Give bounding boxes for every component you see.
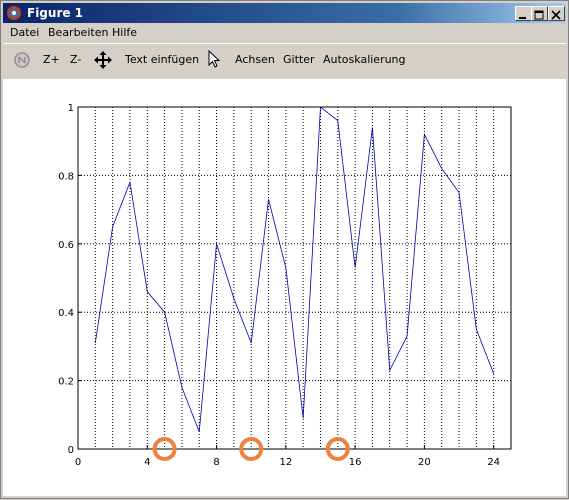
y-tick-label: 0.4 (58, 308, 74, 319)
minimize-button[interactable] (515, 6, 532, 21)
pan-move-icon[interactable] (94, 51, 112, 69)
x-tick-label: 12 (279, 457, 292, 468)
title-bar[interactable]: Figure 1 (3, 3, 566, 23)
menu-bar: Datei Bearbeiten Hilfe (3, 24, 566, 42)
close-button[interactable] (548, 6, 565, 21)
grid-button[interactable]: Gitter (283, 53, 315, 66)
x-tick-label: 16 (349, 457, 362, 468)
menu-hilfe[interactable]: Hilfe (112, 26, 137, 39)
y-tick-label: 1 (68, 103, 74, 114)
maximize-button[interactable] (531, 6, 548, 21)
plot-canvas[interactable]: 0 4 8 12 16 20 24 0 0.2 0.4 0.6 0.8 1 (3, 79, 566, 496)
menu-datei[interactable]: Datei (10, 26, 39, 39)
x-tick-label: 8 (213, 457, 219, 468)
axes-button[interactable]: Achsen (235, 53, 275, 66)
zoom-out-button[interactable]: Z- (70, 53, 81, 66)
x-tick-label: 24 (487, 457, 500, 468)
close-icon (551, 10, 561, 20)
y-tick-label: 0 (68, 445, 74, 456)
y-tick-label: 0.6 (58, 240, 74, 251)
series-line (94, 106, 495, 433)
zoom-in-button[interactable]: Z+ (43, 53, 60, 66)
x-tick-label: 20 (418, 457, 431, 468)
minimize-icon (519, 17, 526, 19)
menu-bearbeiten[interactable]: Bearbeiten (48, 26, 108, 39)
toolbar: Z+ Z- Text einfügen Achsen Gitter Autosk… (3, 43, 566, 78)
line-chart: 0 4 8 12 16 20 24 0 0.2 0.4 0.6 0.8 1 (58, 103, 512, 468)
rotate-icon[interactable] (13, 51, 31, 69)
insert-text-button[interactable]: Text einfügen (125, 53, 199, 66)
maximize-icon (534, 10, 544, 20)
x-tick-label: 4 (144, 457, 150, 468)
octave-logo-icon (7, 6, 21, 20)
x-tick-label: 0 (75, 457, 81, 468)
y-tick-label: 0.2 (58, 377, 74, 388)
figure-window: Figure 1 Datei Bearbeiten Hilfe Z+ Z- Te… (0, 0, 569, 499)
pointer-icon[interactable] (208, 50, 222, 70)
window-title: Figure 1 (27, 6, 84, 20)
autoscale-button[interactable]: Autoskalierung (323, 53, 406, 66)
axes-box (77, 106, 512, 450)
y-tick-label: 0.8 (58, 171, 74, 182)
